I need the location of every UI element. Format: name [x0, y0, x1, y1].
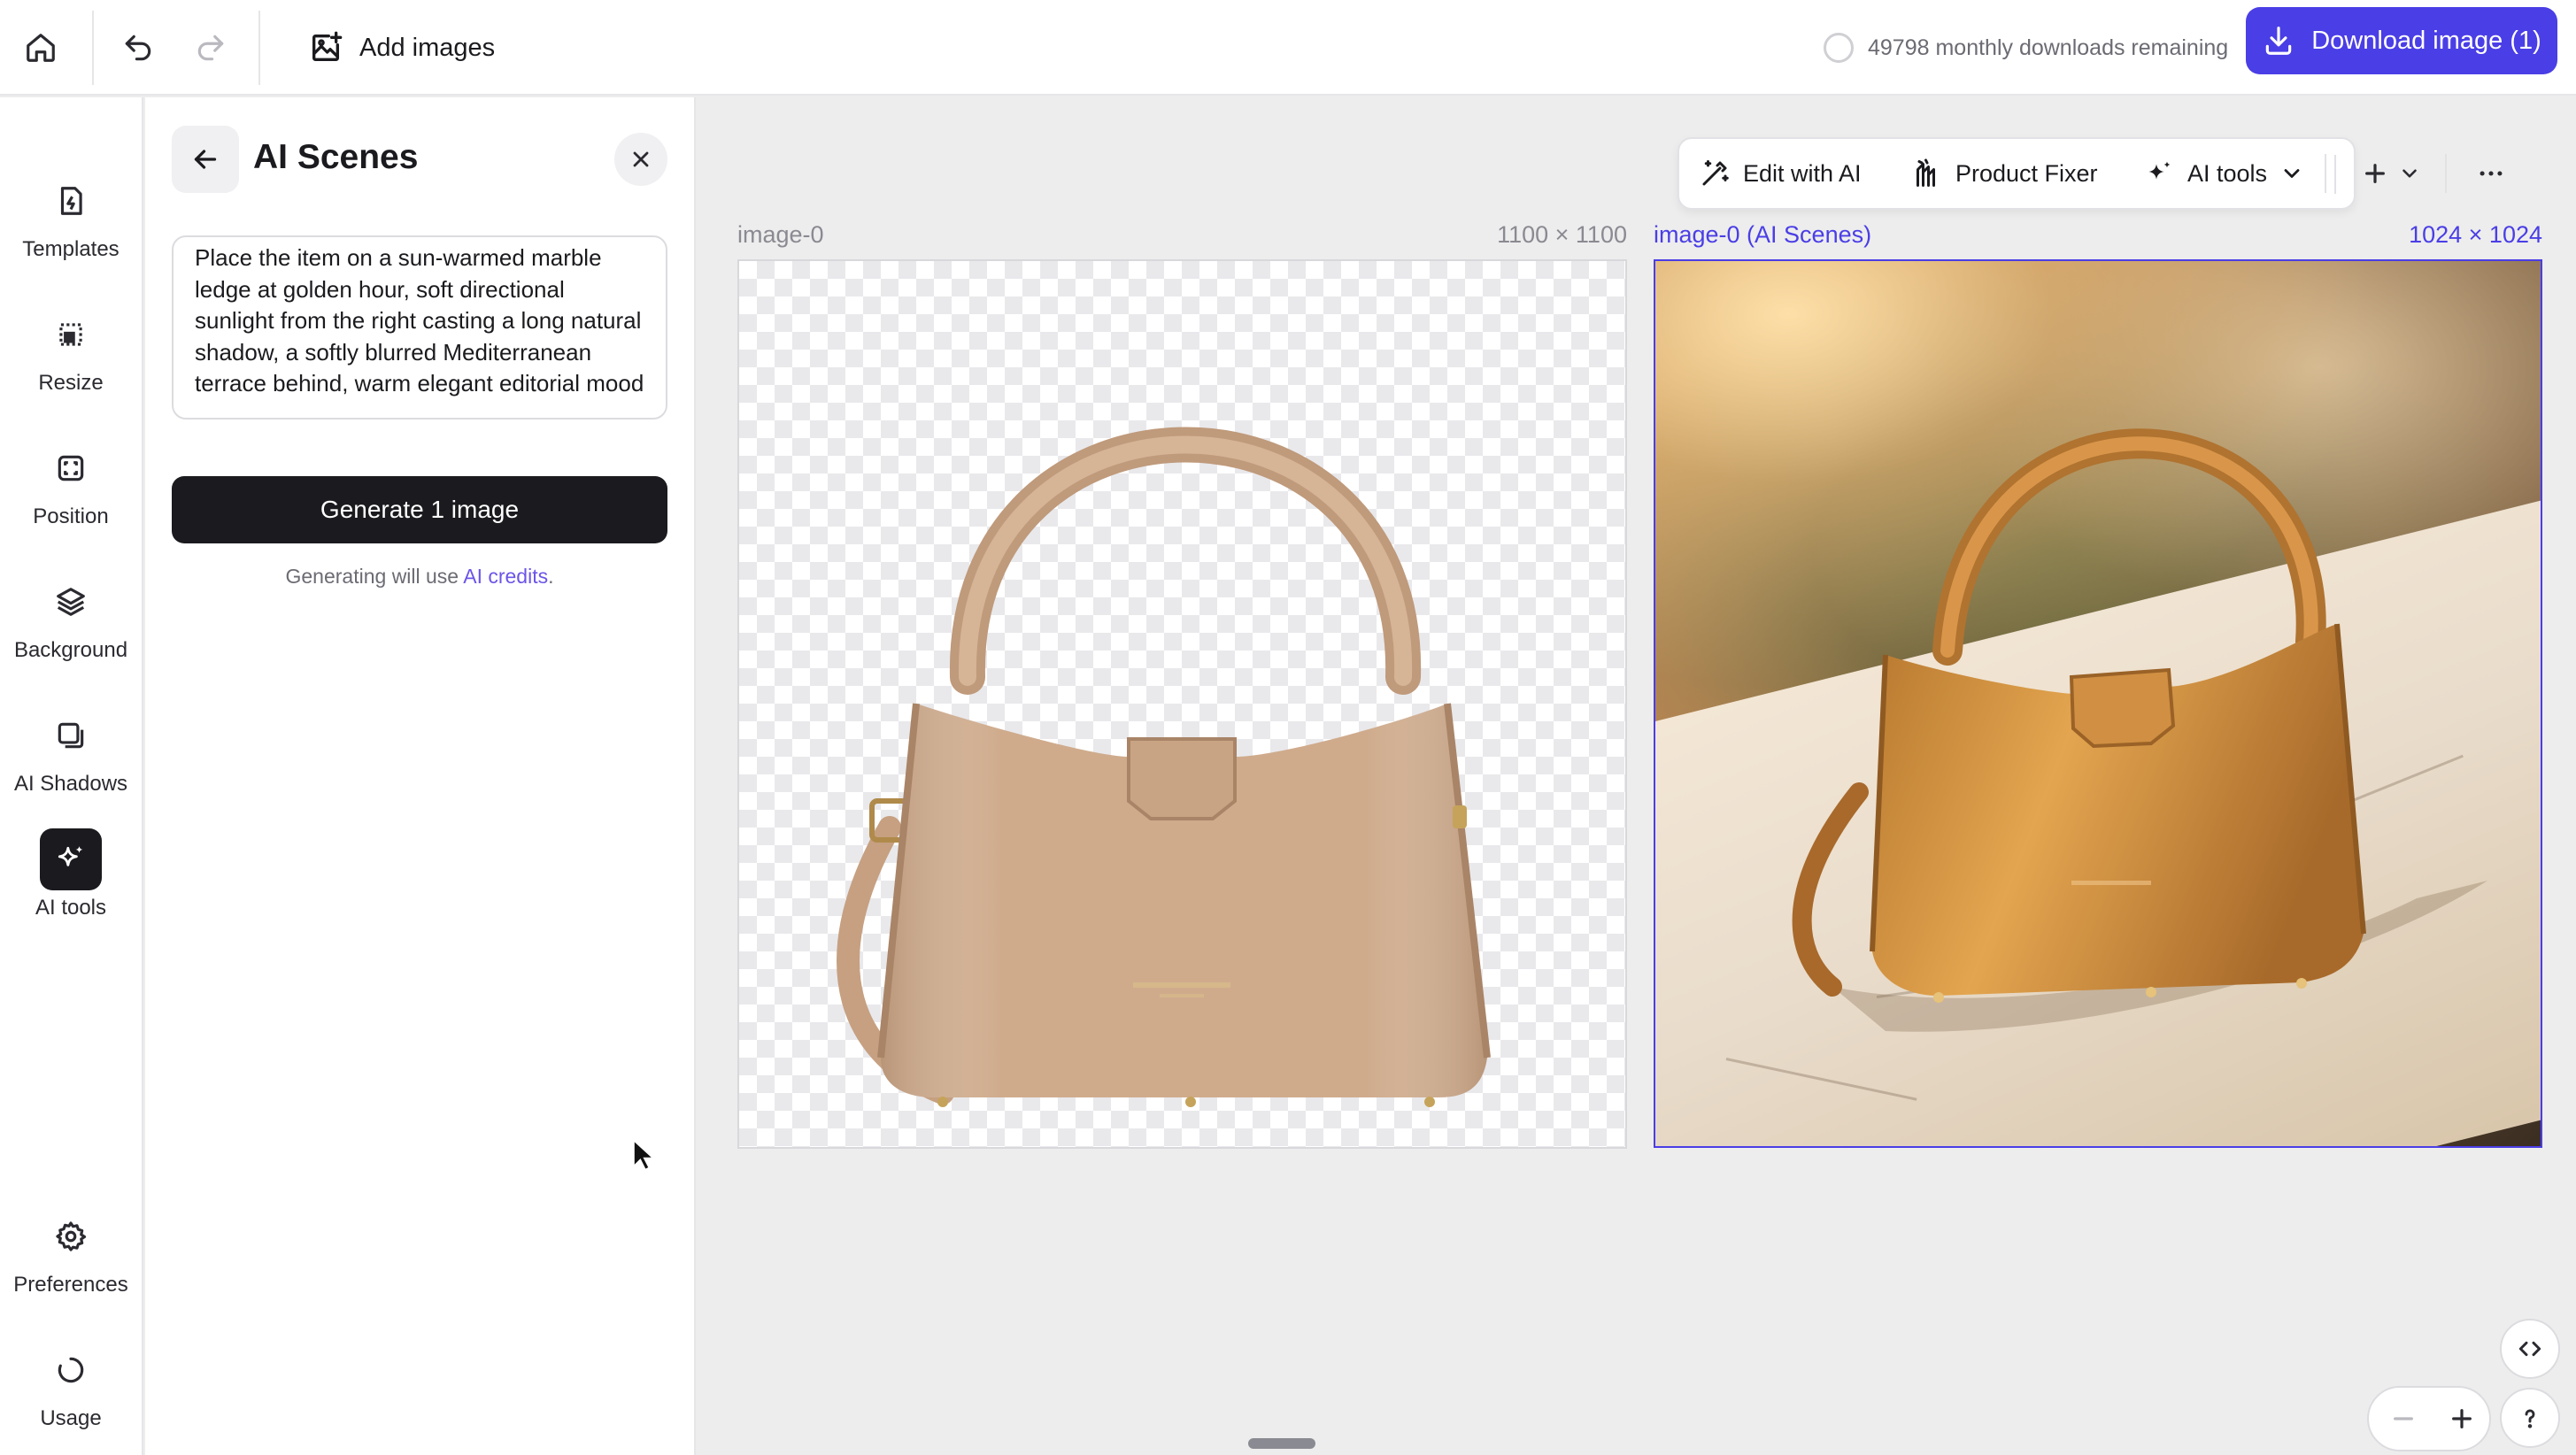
divider — [2325, 154, 2326, 193]
scene-prompt-input[interactable]: Place the item on a sun-warmed marble le… — [172, 235, 667, 420]
plus-icon — [2365, 164, 2385, 183]
resize-icon — [59, 323, 82, 346]
home-button[interactable] — [12, 19, 69, 76]
image-card-original[interactable] — [737, 259, 1627, 1149]
left-rail: Templates Resize Position Background AI … — [0, 97, 143, 1455]
usage-icon-wrap — [40, 1339, 102, 1401]
credits-note-period: . — [548, 565, 554, 588]
code-icon — [2518, 1341, 2541, 1357]
usage-icon — [58, 1357, 84, 1383]
shadow-icon — [58, 722, 84, 749]
divider — [2445, 154, 2447, 193]
credits-note-text: Generating will use — [285, 565, 464, 588]
ai-credits-link[interactable]: AI credits — [463, 565, 548, 588]
redo-icon — [197, 35, 224, 61]
chevron-down-icon — [2402, 169, 2417, 178]
rail-label: Background — [13, 638, 128, 662]
zoom-in-button[interactable] — [2433, 1390, 2491, 1448]
rail-item-resize[interactable]: Resize — [0, 304, 142, 419]
panel-title: AI Scenes — [253, 138, 419, 176]
divider — [92, 11, 94, 85]
downloads-remaining-text: 49798 monthly downloads remaining — [1868, 35, 2229, 60]
shadow-icon-wrap — [40, 704, 102, 766]
credits-note: Generating will use AI credits. — [172, 565, 667, 589]
undo-button[interactable] — [110, 19, 166, 76]
help-button[interactable] — [2500, 1388, 2560, 1448]
add-images-label: Add images — [359, 33, 496, 62]
canvas-area: Edit with AI Product Fixer AI tools imag… — [698, 97, 2576, 1455]
back-button[interactable] — [172, 126, 239, 193]
resize-icon-wrap — [40, 304, 102, 366]
home-icon — [27, 34, 55, 62]
close-panel-button[interactable] — [614, 133, 667, 186]
progress-ring-icon — [1824, 33, 1854, 63]
redo-button[interactable] — [182, 19, 239, 76]
divider — [258, 11, 260, 85]
rail-item-preferences[interactable]: Preferences — [0, 1205, 142, 1320]
minus-icon — [2394, 1417, 2413, 1420]
templates-icon — [60, 187, 82, 215]
help-icon — [2525, 1409, 2535, 1428]
image-card-ai-scene[interactable] — [1654, 259, 2542, 1148]
zoom-controls — [2367, 1386, 2491, 1451]
ai-scenes-panel: AI Scenes Place the item on a sun-warmed… — [145, 97, 696, 1455]
more-horizontal-icon — [2480, 171, 2503, 176]
image-dimensions: 1024 × 1024 — [2409, 221, 2542, 248]
rail-label: Resize — [38, 371, 104, 395]
rail-label: AI tools — [35, 896, 107, 920]
add-menu-button[interactable] — [2351, 142, 2431, 205]
code-view-button[interactable] — [2500, 1319, 2560, 1379]
rail-label: Usage — [40, 1406, 102, 1430]
more-options-button[interactable] — [2459, 142, 2523, 205]
generate-button[interactable]: Generate 1 image — [172, 476, 667, 543]
mouse-cursor-icon — [632, 1138, 655, 1171]
rail-item-background[interactable]: Background — [0, 571, 142, 686]
arrow-left-icon — [194, 150, 217, 169]
handbag-image — [837, 427, 1491, 1107]
gear-icon — [56, 1221, 87, 1251]
position-icon — [58, 455, 84, 481]
sparkle-icon-wrap — [40, 828, 102, 890]
image-dimensions: 1100 × 1100 — [1497, 221, 1627, 248]
download-icon — [2265, 27, 2292, 55]
undo-icon — [125, 35, 151, 61]
position-icon-wrap — [40, 437, 102, 499]
rail-item-templates[interactable]: Templates — [0, 170, 142, 285]
rail-label: Preferences — [13, 1273, 128, 1297]
add-image-icon — [312, 31, 343, 62]
image-label: image-0 (AI Scenes) — [1654, 221, 1872, 248]
add-images-button[interactable]: Add images — [292, 16, 511, 80]
top-bar: Add images 49798 monthly downloads remai… — [0, 0, 2576, 96]
sparkle-icon — [58, 845, 83, 866]
gear-icon-wrap — [40, 1205, 102, 1267]
close-icon — [633, 151, 649, 167]
plus-icon — [2452, 1409, 2472, 1428]
layers-icon-wrap — [40, 571, 102, 633]
download-image-button[interactable]: Download image (1) — [2246, 7, 2557, 74]
rail-item-ai-tools[interactable]: AI tools — [0, 828, 142, 943]
handbag-scene-image — [1792, 428, 2487, 1032]
rail-item-position[interactable]: Position — [0, 437, 142, 552]
toolbar-extra — [1677, 137, 2356, 210]
rail-item-ai-shadows[interactable]: AI Shadows — [0, 704, 142, 820]
download-image-label: Download image (1) — [2311, 26, 2541, 55]
rail-item-usage[interactable]: Usage — [0, 1339, 142, 1454]
rail-label: AI Shadows — [13, 772, 128, 796]
zoom-out-button[interactable] — [2374, 1390, 2433, 1448]
downloads-counter: 49798 monthly downloads remaining — [1824, 23, 2228, 73]
image-label: image-0 — [737, 221, 824, 248]
bottom-drag-handle[interactable] — [1248, 1438, 1315, 1449]
rail-label: Position — [33, 504, 109, 528]
templates-icon-wrap — [40, 170, 102, 232]
layers-icon — [57, 588, 85, 616]
rail-label: Templates — [22, 237, 120, 261]
